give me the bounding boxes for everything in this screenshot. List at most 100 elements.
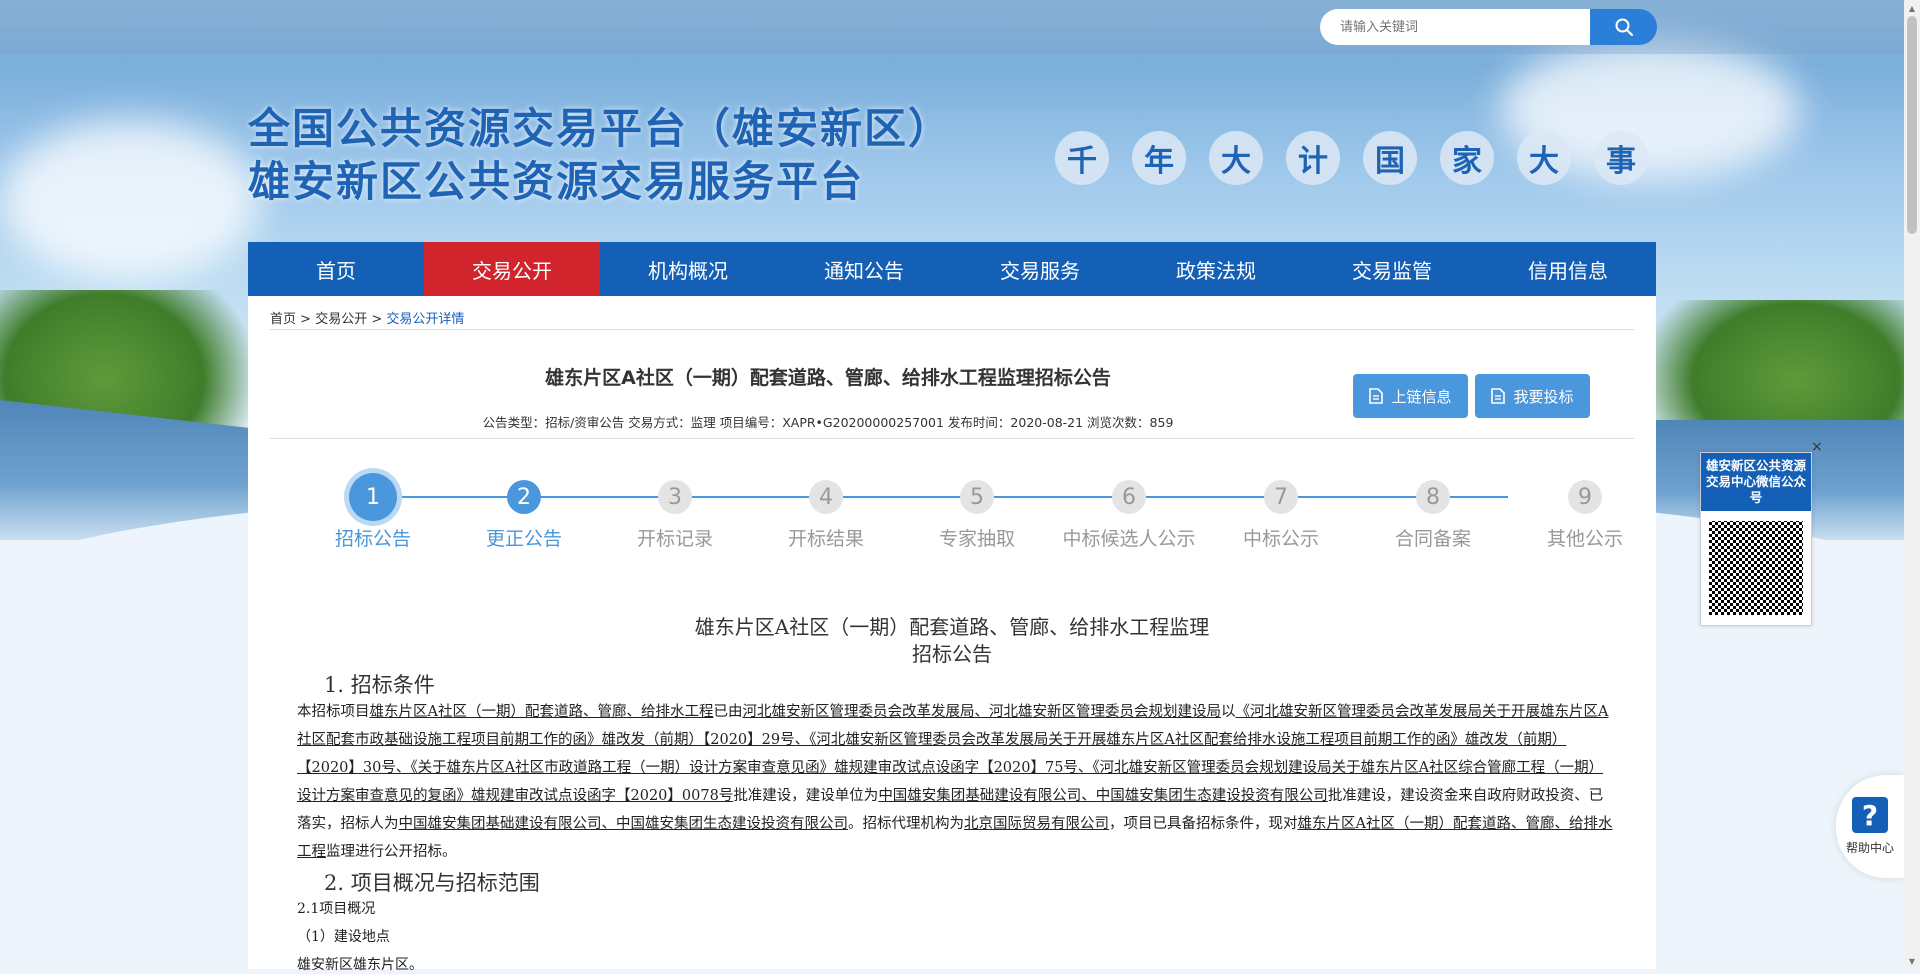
- step-1[interactable]: 1 招标公告: [298, 473, 448, 551]
- search-icon: [1615, 18, 1633, 37]
- text: 。招标代理机构为: [848, 816, 964, 832]
- nav-item-home[interactable]: 首页: [248, 242, 424, 296]
- submit-bid-label: 我要投标: [1513, 387, 1574, 406]
- slogan-char: 国: [1363, 131, 1417, 185]
- scrollbar[interactable]: ▲ ▼: [1904, 0, 1920, 969]
- step-number: 8: [1416, 480, 1450, 514]
- site-title-line2: 雄安新区公共资源交易服务平台: [248, 157, 865, 206]
- step-label: 招标公告: [334, 528, 411, 550]
- slogan-char: 千: [1055, 131, 1109, 185]
- document-title-line2: 招标公告: [912, 642, 992, 666]
- step-number: 3: [658, 480, 692, 514]
- step-number: 9: [1568, 480, 1602, 514]
- qr-code-image: [1709, 521, 1803, 615]
- cloud-decoration: [0, 120, 260, 280]
- nav-item-supervision[interactable]: 交易监管: [1304, 242, 1480, 296]
- help-icon: ?: [1852, 797, 1888, 833]
- subsection-item: （1）建设地点: [297, 929, 390, 945]
- slogan: 千 年 大 计 国 家 大 事: [1055, 131, 1648, 185]
- section-heading: 2. 项目概况与招标范围: [324, 871, 540, 895]
- subsection-heading: 2.1项目概况: [297, 901, 376, 917]
- step-label: 中标候选人公示: [1062, 528, 1196, 550]
- document-title: 雄东片区A社区（一期）配套道路、管廊、给排水工程监理 招标公告: [248, 614, 1656, 668]
- text: 监理进行公开招标。: [326, 844, 457, 860]
- section-heading: 1. 招标条件: [324, 673, 435, 697]
- step-label: 专家抽取: [938, 528, 1015, 550]
- slogan-char: 年: [1132, 131, 1186, 185]
- step-label: 合同备案: [1394, 528, 1471, 550]
- breadcrumb-section[interactable]: 交易公开: [315, 312, 367, 327]
- step-number: 2: [507, 480, 541, 514]
- qr-title: 雄安新区公共资源交易中心微信公众号: [1701, 453, 1811, 511]
- step-number: 7: [1264, 480, 1298, 514]
- close-icon[interactable]: ×: [1811, 439, 1823, 455]
- step-number: 5: [960, 480, 994, 514]
- search-button[interactable]: [1590, 9, 1657, 45]
- slogan-char: 大: [1209, 131, 1263, 185]
- breadcrumb-current[interactable]: 交易公开详情: [386, 312, 464, 327]
- main-content: 首页 > 交易公开 > 交易公开详情 雄东片区A社区（一期）配套道路、管廊、给排…: [248, 296, 1656, 973]
- document-icon: [1491, 388, 1506, 404]
- subsection-value: 雄安新区雄东片区。: [297, 957, 423, 973]
- divider: [270, 329, 1634, 330]
- breadcrumb-home[interactable]: 首页: [270, 312, 296, 327]
- step-label: 开标记录: [636, 528, 713, 550]
- help-center-button[interactable]: ? 帮助中心: [1836, 775, 1904, 878]
- step-6[interactable]: 6 中标候选人公示: [1054, 480, 1204, 551]
- section-paragraph: 本招标项目雄东片区A社区（一期）配套道路、管廊、给排水工程已由河北雄安新区管理委…: [297, 698, 1617, 866]
- slogan-char: 计: [1286, 131, 1340, 185]
- step-7[interactable]: 7 中标公示: [1206, 480, 1356, 551]
- search-input[interactable]: [1320, 9, 1590, 45]
- chain-info-label: 上链信息: [1391, 387, 1452, 406]
- document-title-line1: 雄东片区A社区（一期）配套道路、管廊、给排水工程监理: [694, 615, 1210, 639]
- step-number: 1: [349, 473, 397, 521]
- progress-steps: 1 招标公告 2 更正公告 3 开标记录 4 开标结果 5 专家抽取 6 中标候…: [298, 473, 1623, 570]
- submit-bid-button[interactable]: 我要投标: [1475, 374, 1590, 418]
- wechat-qr-panel: 雄安新区公共资源交易中心微信公众号: [1700, 452, 1812, 626]
- scroll-up-icon[interactable]: ▲: [1904, 0, 1920, 16]
- step-label: 其他公示: [1546, 528, 1623, 550]
- nav-item-policy[interactable]: 政策法规: [1128, 242, 1304, 296]
- step-number: 6: [1112, 480, 1146, 514]
- slogan-char: 大: [1517, 131, 1571, 185]
- slogan-char: 事: [1594, 131, 1648, 185]
- site-title-line1: 全国公共资源交易平台（雄安新区）: [248, 104, 953, 153]
- text: 已由: [713, 704, 743, 720]
- help-label: 帮助中心: [1845, 841, 1894, 855]
- text: 以: [1220, 704, 1236, 720]
- divider: [270, 438, 1634, 439]
- article-title: 雄东片区A社区（一期）配套道路、管廊、给排水工程监理招标公告: [545, 367, 1111, 389]
- nav-item-trade-service[interactable]: 交易服务: [952, 242, 1128, 296]
- text-underlined: 北京国际贸易有限公司: [964, 816, 1109, 832]
- search-box: [1320, 9, 1657, 45]
- nav-item-notices[interactable]: 通知公告: [776, 242, 952, 296]
- article-meta: 公告类型：招标/资审公告 交易方式：监理 项目编号：XAPR•G20200000…: [482, 415, 1174, 430]
- step-label: 更正公告: [485, 528, 562, 550]
- nav-item-organization[interactable]: 机构概况: [600, 242, 776, 296]
- text: 本招标项目: [297, 704, 370, 720]
- breadcrumb: 首页 > 交易公开 > 交易公开详情: [270, 308, 464, 327]
- step-label: 开标结果: [787, 528, 864, 550]
- text-underlined: 雄东片区A社区（一期）配套道路、管廊、给排水工程: [369, 704, 714, 720]
- text: ，项目已具备招标条件，现对: [1109, 816, 1298, 832]
- breadcrumb-separator: >: [371, 312, 383, 327]
- nav-item-credit[interactable]: 信用信息: [1480, 242, 1656, 296]
- document-icon: [1369, 388, 1384, 404]
- text: 批准建设，建设单位为: [733, 788, 879, 804]
- text-underlined: 中国雄安集团基础建设有限公司、中国雄安集团生态建设投资有限公司: [878, 788, 1328, 804]
- breadcrumb-separator: >: [300, 312, 312, 327]
- step-2[interactable]: 2 更正公告: [449, 480, 599, 551]
- chain-info-button[interactable]: 上链信息: [1353, 374, 1468, 418]
- nav-item-trade-public[interactable]: 交易公开: [424, 242, 600, 296]
- step-number: 4: [809, 480, 843, 514]
- step-9[interactable]: 9 其他公示: [1510, 480, 1660, 551]
- step-8[interactable]: 8 合同备案: [1358, 480, 1508, 551]
- scroll-down-icon[interactable]: ▼: [1904, 953, 1920, 969]
- step-5[interactable]: 5 专家抽取: [902, 480, 1052, 551]
- step-3[interactable]: 3 开标记录: [600, 480, 750, 551]
- slogan-char: 家: [1440, 131, 1494, 185]
- scrollbar-thumb[interactable]: [1907, 16, 1917, 234]
- step-4[interactable]: 4 开标结果: [751, 480, 901, 551]
- text-underlined: 中国雄安集团基础建设有限公司、中国雄安集团生态建设投资有限公司: [398, 816, 849, 832]
- main-nav: 首页 交易公开 机构概况 通知公告 交易服务 政策法规 交易监管 信用信息: [248, 242, 1656, 296]
